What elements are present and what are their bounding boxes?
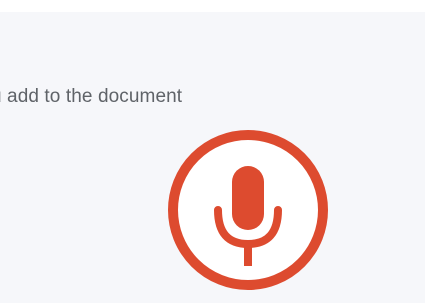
microphone-button[interactable] <box>168 130 328 290</box>
voice-typing-instruction: u add to the document <box>0 86 183 107</box>
microphone-icon <box>214 166 282 266</box>
top-strip <box>0 0 425 12</box>
